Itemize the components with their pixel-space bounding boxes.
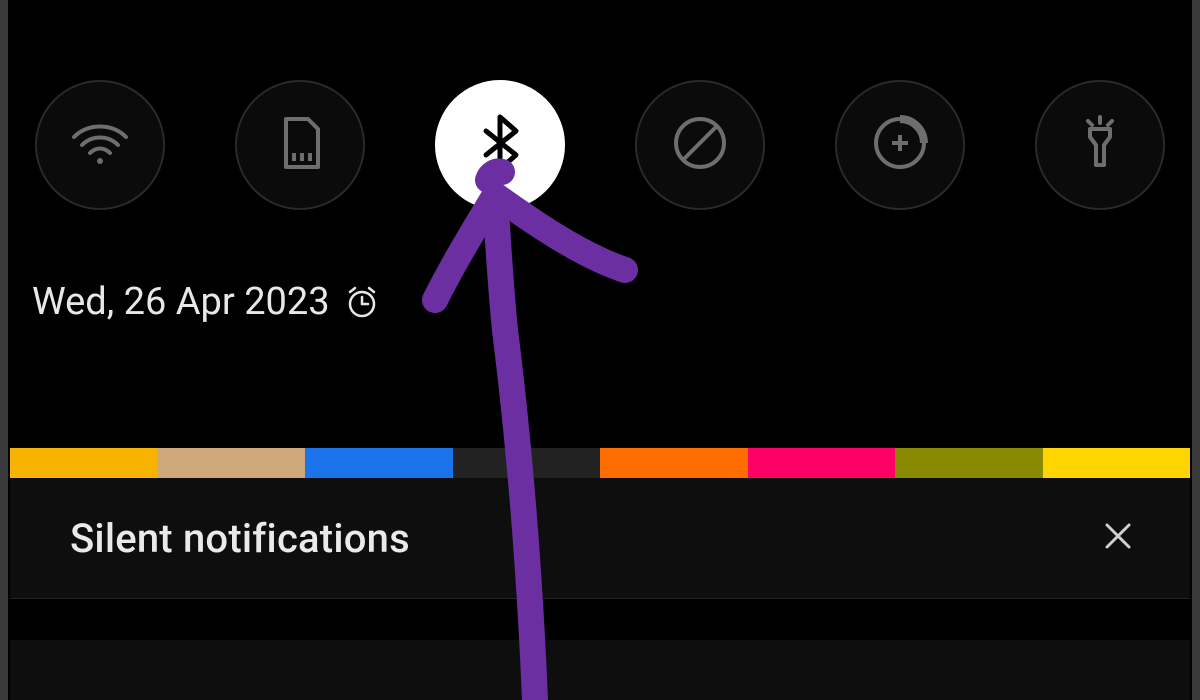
right-edge [1192, 0, 1200, 700]
date-alarm-row[interactable]: Wed, 26 Apr 2023 [10, 250, 1190, 364]
next-notification-peek[interactable] [10, 640, 1190, 700]
tile-wifi[interactable] [35, 80, 165, 210]
bluetooth-icon [468, 111, 532, 179]
silent-notifications-title: Silent notifications [70, 515, 410, 562]
wifi-icon [68, 111, 132, 179]
dnd-icon [668, 111, 732, 179]
close-icon [1101, 519, 1135, 557]
tile-flashlight[interactable] [1035, 80, 1165, 210]
tile-bluetooth[interactable] [435, 80, 565, 210]
tile-sim[interactable] [235, 80, 365, 210]
data-saver-icon [868, 111, 932, 179]
clear-silent-button[interactable] [1094, 514, 1142, 562]
sim-icon [268, 111, 332, 179]
silent-notifications-header[interactable]: Silent notifications [10, 478, 1190, 599]
date-text: Wed, 26 Apr 2023 [32, 280, 330, 324]
quick-settings-row [10, 80, 1190, 250]
left-edge [0, 0, 8, 700]
background-strip [10, 448, 1190, 478]
flashlight-icon [1068, 111, 1132, 179]
tile-data-saver[interactable] [835, 80, 965, 210]
alarm-icon [344, 284, 380, 320]
tile-dnd[interactable] [635, 80, 765, 210]
quick-settings-panel: Wed, 26 Apr 2023 [10, 0, 1190, 364]
